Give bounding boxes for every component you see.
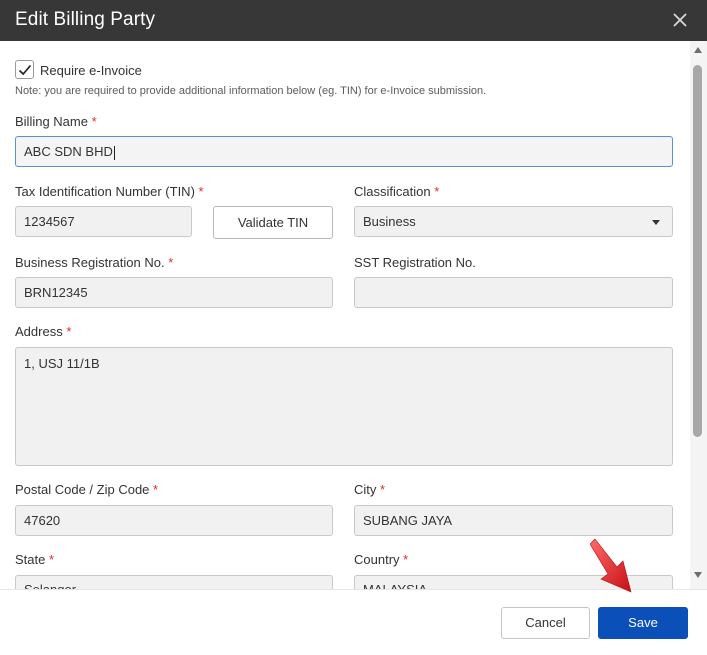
sst-label: SST Registration No. [354, 255, 476, 270]
billing-name-label: Billing Name * [15, 114, 97, 129]
sst-input[interactable] [354, 277, 673, 308]
require-einvoice-label: Require e-Invoice [40, 63, 142, 78]
vertical-scrollbar[interactable] [690, 41, 707, 589]
scrollbar-thumb[interactable] [693, 65, 702, 437]
state-label: State * [15, 552, 55, 567]
postal-code-input[interactable]: 47620 [15, 505, 333, 536]
city-label: City * [354, 482, 386, 497]
brn-label: Business Registration No. * [15, 255, 174, 270]
scroll-down-arrow-icon[interactable] [694, 572, 702, 578]
close-icon[interactable] [668, 8, 692, 32]
dialog-body[interactable]: Require e-Invoice Note: you are required… [0, 41, 690, 589]
scroll-up-arrow-icon[interactable] [694, 47, 702, 53]
postal-code-label: Postal Code / Zip Code * [15, 482, 159, 497]
city-input[interactable]: SUBANG JAYA [354, 505, 673, 536]
validate-tin-button[interactable]: Validate TIN [213, 206, 333, 239]
cancel-button[interactable]: Cancel [501, 607, 590, 639]
billing-name-input[interactable]: ABC SDN BHD [15, 136, 673, 167]
tin-label: Tax Identification Number (TIN) * [15, 184, 204, 199]
country-select[interactable]: MALAYSIA [354, 575, 673, 589]
save-button[interactable]: Save [598, 607, 688, 639]
require-einvoice-checkbox[interactable] [15, 60, 34, 79]
dialog-title: Edit Billing Party [15, 9, 156, 30]
classification-value: Business [363, 214, 416, 229]
brn-input[interactable]: BRN12345 [15, 277, 333, 308]
classification-select[interactable]: Business [354, 206, 673, 237]
chevron-down-icon [652, 220, 660, 225]
state-select[interactable]: Selangor [15, 575, 333, 589]
address-textarea[interactable]: 1, USJ 11/1B [15, 347, 673, 466]
einvoice-note: Note: you are required to provide additi… [15, 85, 487, 97]
dialog-titlebar: Edit Billing Party [0, 0, 707, 41]
dialog-footer: Cancel Save [0, 589, 707, 655]
classification-label: Classification * [354, 184, 440, 199]
country-label: Country * [354, 552, 409, 567]
tin-input[interactable]: 1234567 [15, 206, 192, 237]
address-label: Address * [15, 324, 72, 339]
